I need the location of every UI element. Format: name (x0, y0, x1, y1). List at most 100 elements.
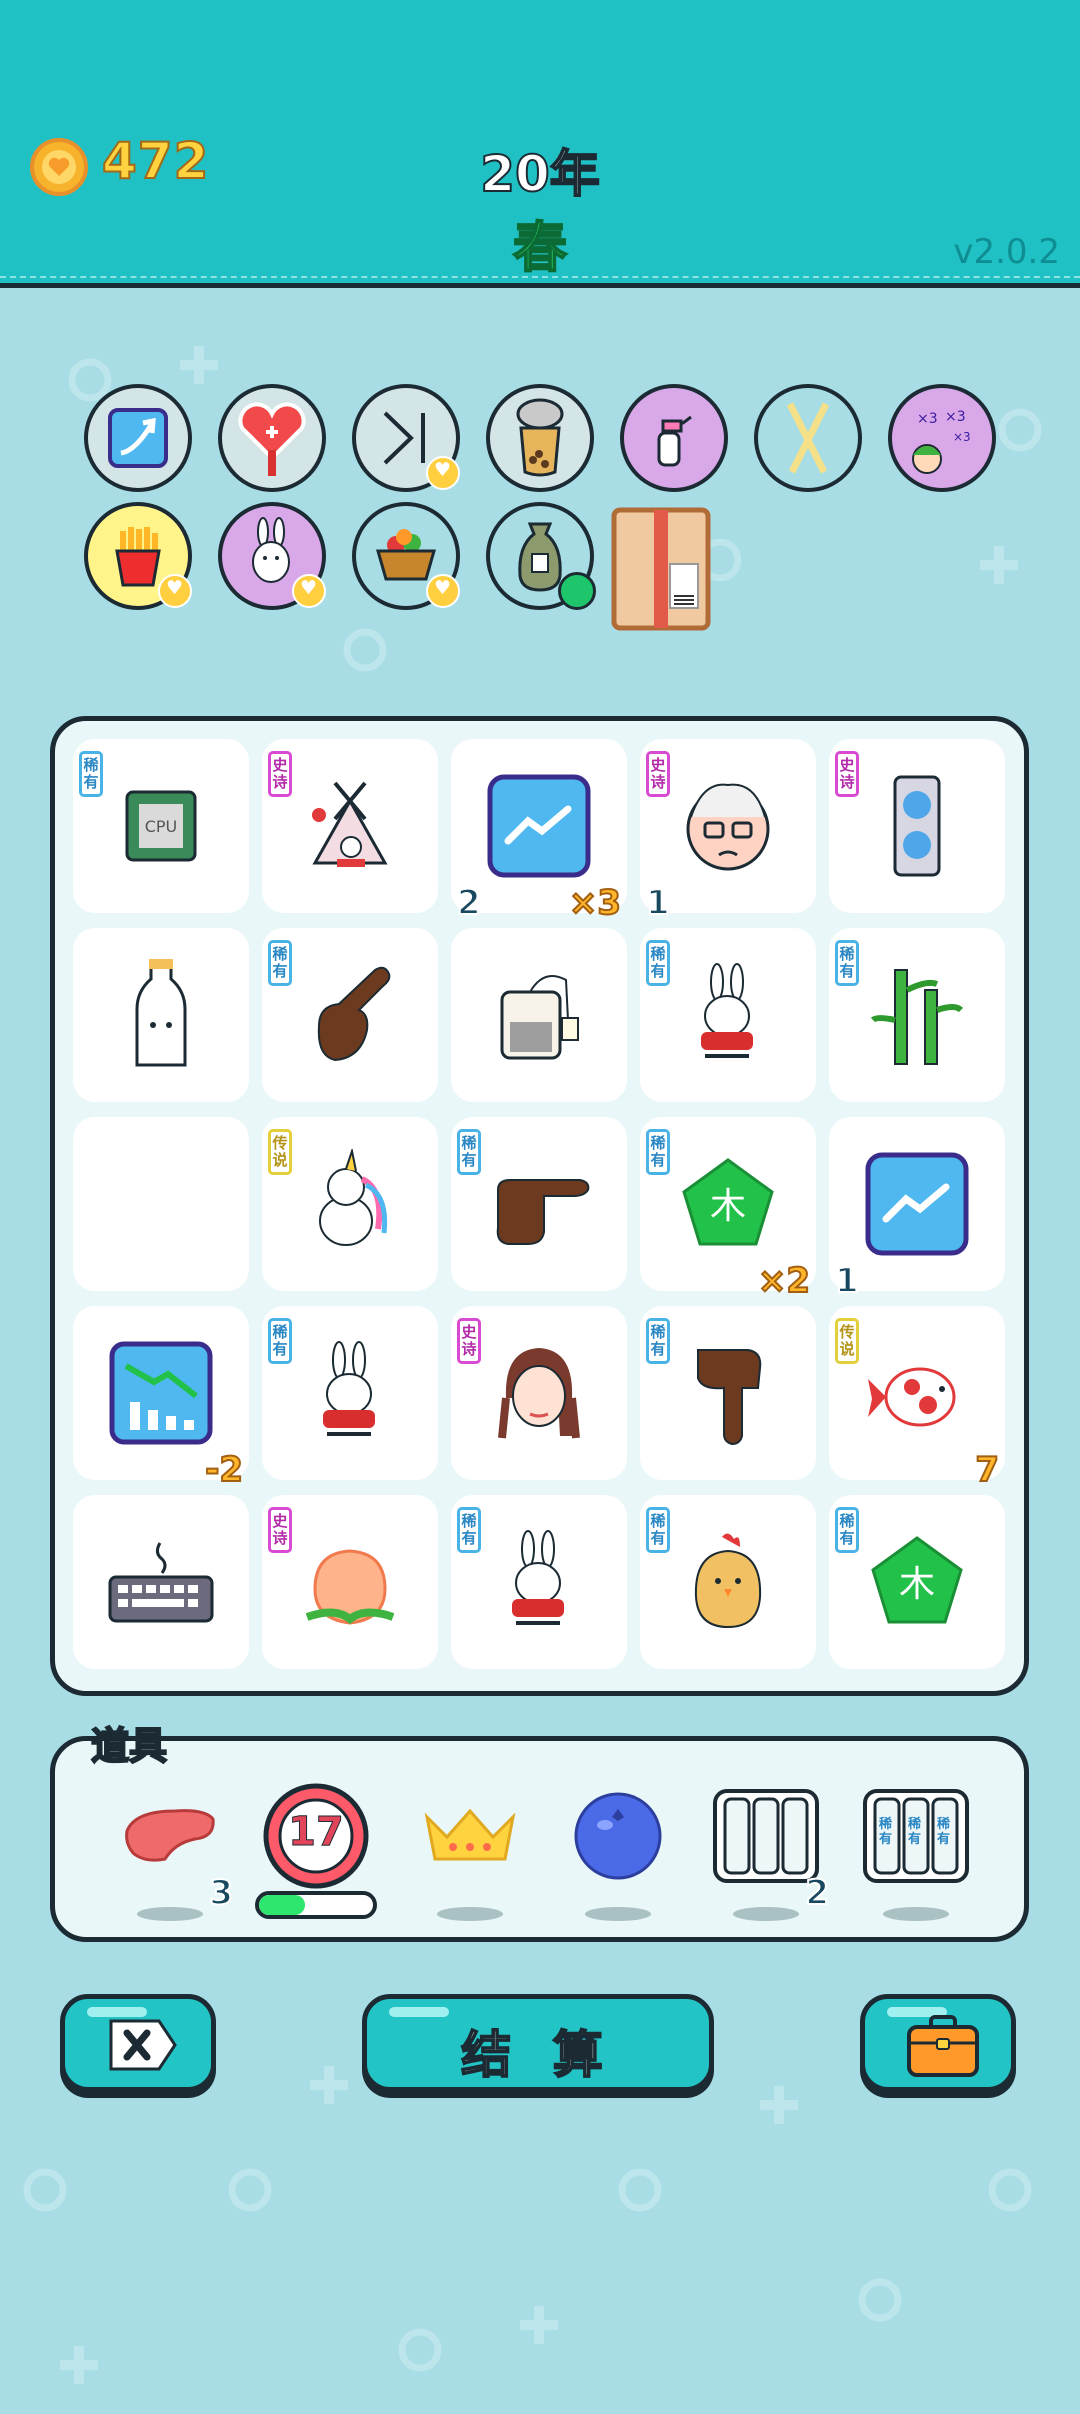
close-x-icon (109, 2019, 177, 2071)
rarity-tag: 传说 (835, 1318, 859, 1364)
board-cell-wood-element[interactable]: 木稀有 ×2 (640, 1117, 816, 1302)
board-cell-wood-element[interactable]: 木稀有 (829, 1495, 1005, 1669)
board-cell-empty[interactable] (73, 1117, 249, 1291)
status-dot (558, 572, 596, 610)
quit-button[interactable] (60, 1994, 216, 2092)
rarity-tag: 稀有 (79, 751, 103, 797)
board-cell-bunny-red[interactable]: 稀有 (640, 928, 816, 1102)
rice-sack-icon[interactable] (486, 502, 596, 610)
rarity-tag: 稀有 (646, 1318, 670, 1364)
board-cell-peach[interactable]: 史诗 (262, 1495, 438, 1669)
top-status-bar: 472 20年 春 v2.0.2 (0, 0, 1080, 288)
settle-label: 结 算 (460, 2025, 615, 2085)
board-cell-braided-girl[interactable]: 史诗 (451, 1306, 627, 1480)
rarity-tag: 史诗 (268, 1507, 292, 1553)
spray-bottle-icon[interactable] (620, 384, 728, 492)
empty-slot (73, 1117, 249, 1291)
cell-multiplier: 7 (974, 1449, 1000, 1491)
rarity-tag: 稀有 (835, 1507, 859, 1553)
heart-badge-icon (158, 574, 192, 608)
board-cell-bunny-red[interactable]: 稀有 (451, 1495, 627, 1669)
svg-text:×3: ×3 (917, 411, 938, 427)
heart-badge-icon (426, 456, 460, 490)
math-genius-icon[interactable]: ×3 ×3 ×3 (888, 384, 996, 492)
board-cell-koi-fish[interactable]: 传说 7 (829, 1306, 1005, 1491)
board-cell-upgrade-card[interactable]: 2 ×3 (451, 739, 627, 924)
board-cell-downtrend-chart[interactable]: -2 (73, 1306, 249, 1491)
heart-badge-icon (426, 574, 460, 608)
board-cell-keyboard[interactable] (73, 1495, 249, 1669)
rare-slot-label: 稀有 (879, 1817, 893, 1847)
rarity-tag: 史诗 (646, 751, 670, 797)
rarity-tag: 稀有 (457, 1129, 481, 1175)
briefcase-icon (907, 2015, 979, 2077)
svg-text:木: 木 (899, 1564, 935, 1605)
rarity-tag: 稀有 (268, 940, 292, 986)
bunny-icon[interactable] (218, 502, 326, 610)
owned-items: ×3 ×3 ×3 (0, 380, 1080, 640)
milk-bottle-icon (73, 928, 249, 1102)
rarity-tag: 稀有 (646, 1507, 670, 1553)
board-cell-hand-point-up-right[interactable]: 稀有 (262, 928, 438, 1102)
board-cell-hand-point-right[interactable]: 稀有 (451, 1117, 627, 1291)
timer-progress-bar (255, 1891, 377, 1919)
board-cell-grandpa[interactable]: 史诗 1 (640, 739, 816, 924)
tools-panel: 道具 3 17 2 稀有 稀有 稀有 (50, 1723, 1029, 1942)
crown-tool[interactable] (415, 1781, 525, 1921)
board-cell-graphics-card[interactable]: 史诗 (829, 739, 1005, 913)
rarity-tag: 稀有 (268, 1318, 292, 1364)
cell-multiplier: ×3 (568, 882, 622, 924)
cardboard-box-icon[interactable] (610, 506, 712, 632)
svg-text:×3: ×3 (945, 409, 966, 425)
skip-forward-icon[interactable] (352, 384, 460, 492)
tea-bag-icon (451, 928, 627, 1102)
tools-title: 道具 (90, 1723, 168, 1769)
rarity-tag: 传说 (268, 1129, 292, 1175)
french-fries-icon[interactable] (84, 502, 192, 610)
keyboard-icon (73, 1495, 249, 1669)
settle-button[interactable]: 结 算 (362, 1994, 714, 2092)
heart-fan-icon[interactable] (218, 384, 326, 492)
board-cell-bunny-red[interactable]: 稀有 (262, 1306, 438, 1480)
bubble-tea-icon[interactable] (486, 384, 594, 492)
svg-text:木: 木 (710, 1186, 746, 1227)
backpack-button[interactable] (860, 1994, 1016, 2092)
rare-slot-label: 稀有 (908, 1817, 922, 1847)
three-slots-tool[interactable]: 2 (711, 1781, 830, 1921)
board-cell-upgrade-card[interactable]: 1 (829, 1117, 1005, 1302)
timer-value: 17 (288, 1809, 345, 1856)
rare-slot-label: 稀有 (937, 1817, 951, 1847)
board-cell-bunny-tent[interactable]: 史诗 (262, 739, 438, 913)
tool-count: 2 (804, 1872, 830, 1914)
svg-text:CPU: CPU (145, 817, 178, 836)
cell-multiplier: -2 (204, 1449, 244, 1491)
board-cell-bamboo[interactable]: 稀有 (829, 928, 1005, 1102)
heart-badge-icon (292, 574, 326, 608)
board-cell-milk-bottle[interactable] (73, 928, 249, 1102)
rare-slots-tool[interactable]: 稀有 稀有 稀有 (861, 1781, 971, 1921)
tool-count: 3 (208, 1872, 234, 1914)
board-cell-tea-bag[interactable] (451, 928, 627, 1102)
board-cell-chick[interactable]: 稀有 (640, 1495, 816, 1669)
fruit-basket-icon[interactable] (352, 502, 460, 610)
svg-text:×3: ×3 (953, 430, 971, 444)
rarity-tag: 史诗 (457, 1318, 481, 1364)
board-cell-unicorn[interactable]: 传说 (262, 1117, 438, 1291)
upgrade-arrow-card-icon[interactable] (84, 384, 192, 492)
season-label: 春 (512, 215, 568, 280)
rarity-tag: 稀有 (457, 1507, 481, 1553)
chopsticks-icon[interactable] (754, 384, 862, 492)
rarity-tag: 稀有 (646, 940, 670, 986)
board-cell-cpu[interactable]: CPU 稀有 (73, 739, 249, 913)
blueberry-tool[interactable] (563, 1781, 673, 1921)
year-label: 20年 (479, 144, 601, 204)
cell-multiplier: ×2 (757, 1260, 811, 1302)
rarity-tag: 史诗 (835, 751, 859, 797)
timer-tool[interactable]: 17 (261, 1781, 371, 1891)
cell-count: 2 (456, 882, 482, 924)
game-board: CPU 稀有 史诗 2 ×3 史诗 1 史诗 稀有 稀有 稀有 传说 稀有木稀有 ×2 1 -2 稀有 史诗 稀有传… (50, 716, 1029, 1696)
board-cell-hand-point-down[interactable]: 稀有 (640, 1306, 816, 1480)
liver-tool[interactable]: 3 (115, 1781, 234, 1921)
cell-count: 1 (645, 882, 671, 924)
rarity-tag: 稀有 (646, 1129, 670, 1175)
